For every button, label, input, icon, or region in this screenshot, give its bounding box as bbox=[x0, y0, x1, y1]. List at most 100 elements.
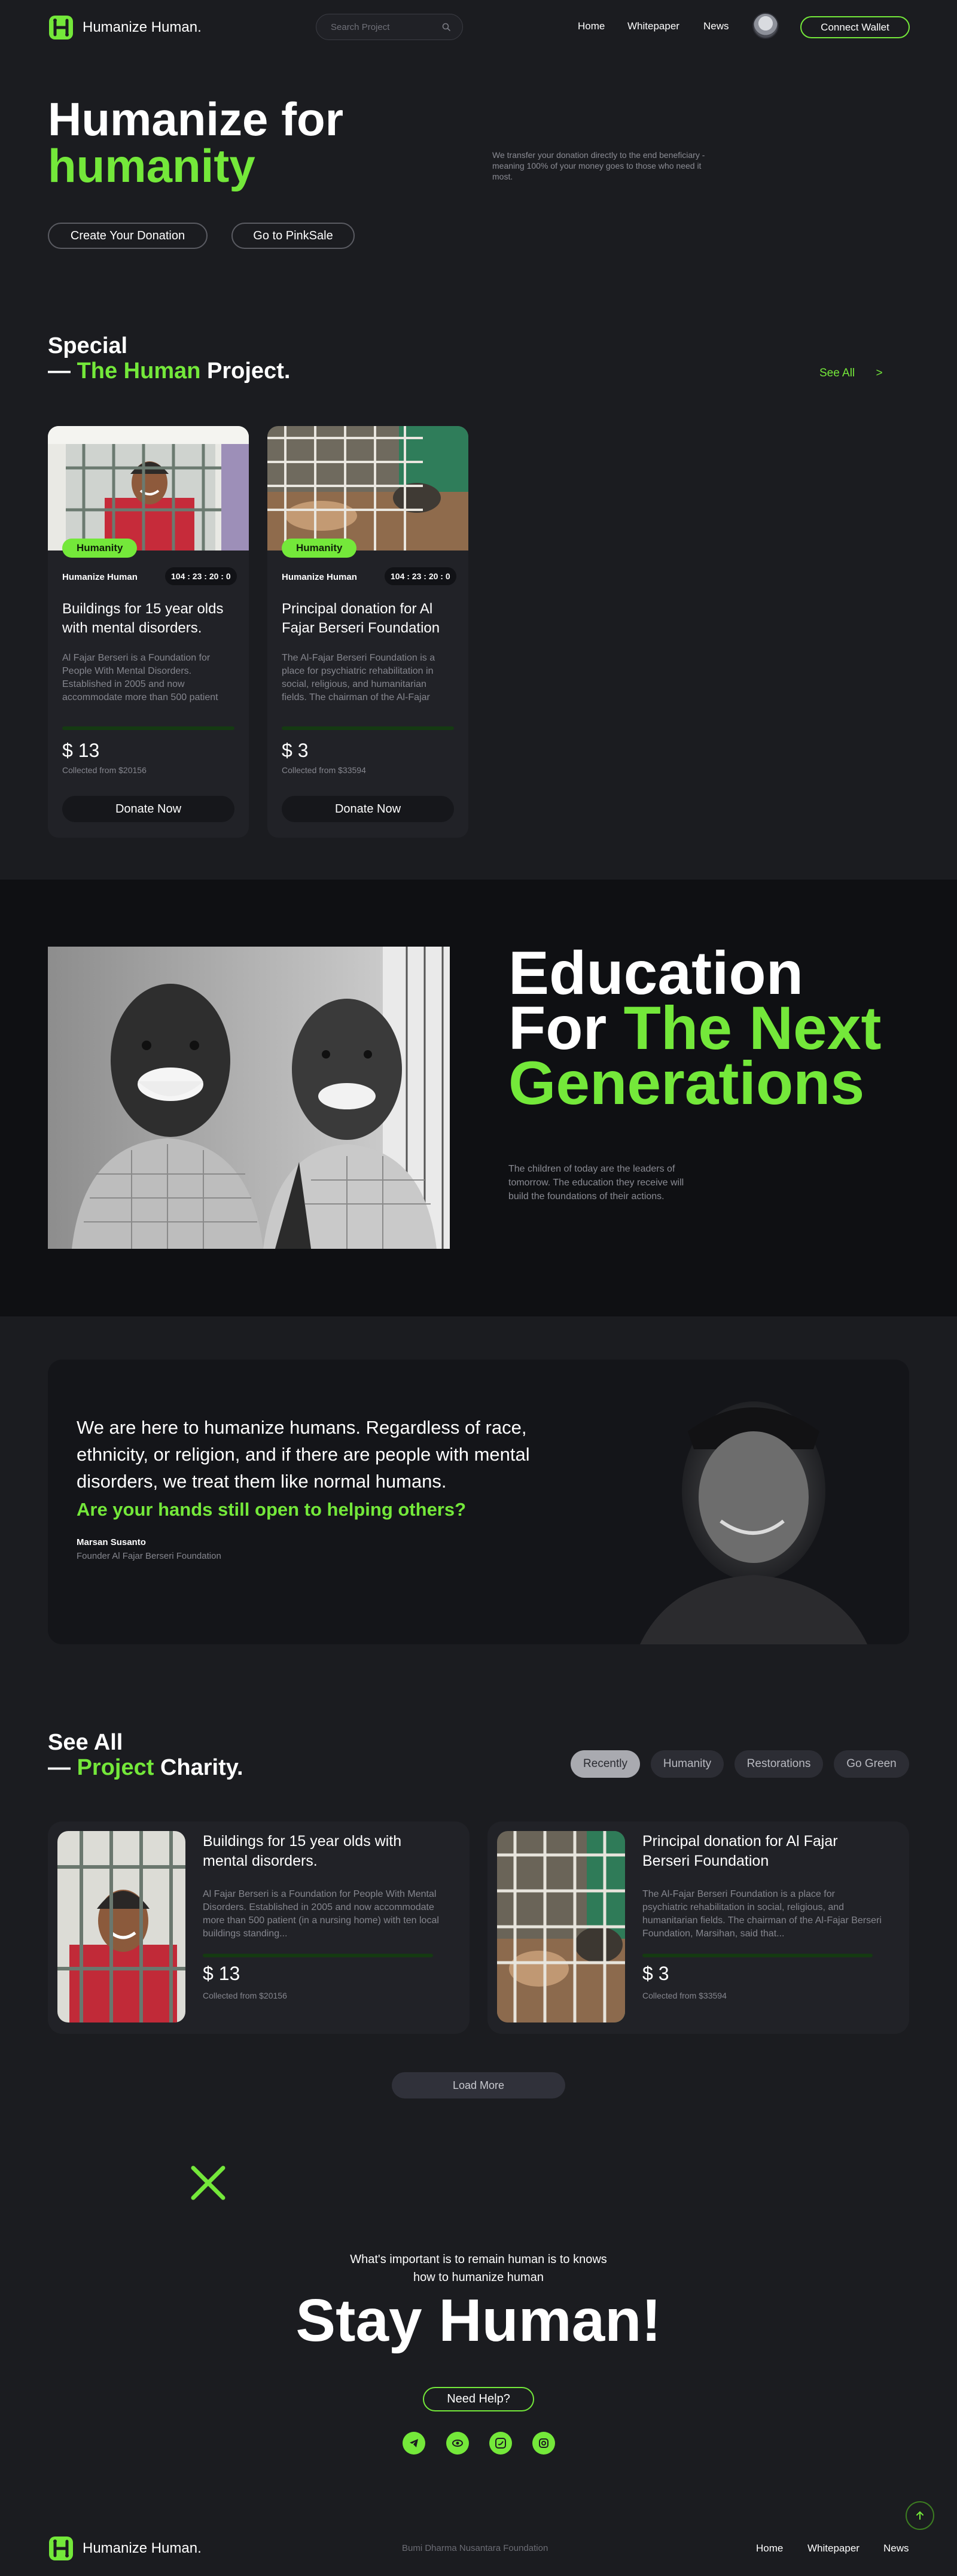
need-help-button[interactable]: Need Help? bbox=[423, 2387, 534, 2411]
charity-title[interactable]: Principal donation for Al Fajar Berseri … bbox=[642, 1832, 882, 1871]
project-title[interactable]: Buildings for 15 year olds with mental d… bbox=[62, 600, 236, 638]
site-header: Humanize Human. Home Whitepaper News Con… bbox=[0, 0, 957, 55]
create-donation-button[interactable]: Create Your Donation bbox=[48, 223, 208, 249]
stay-subtitle-line2: how to humanize human bbox=[413, 2271, 544, 2284]
avatar[interactable] bbox=[752, 13, 779, 39]
donation-amount: $ 3 bbox=[642, 1963, 669, 1984]
hero-description: We transfer your donation directly to th… bbox=[492, 150, 705, 181]
pinksale-button[interactable]: Go to PinkSale bbox=[231, 223, 355, 249]
stay-subtitle-line1: What's important is to remain human is t… bbox=[350, 2253, 607, 2266]
footer-nav-home[interactable]: Home bbox=[756, 2542, 783, 2554]
education-line3: Generations bbox=[508, 1049, 865, 1117]
founder-role: Founder Al Fajar Berseri Foundation bbox=[77, 1551, 221, 1561]
donation-amount: $ 13 bbox=[203, 1963, 240, 1984]
search-input[interactable] bbox=[331, 14, 438, 39]
education-line2: For The Next bbox=[508, 997, 881, 1059]
special-title-line2: — The Human Project. bbox=[48, 358, 290, 384]
project-title[interactable]: Principal donation for Al Fajar Berseri … bbox=[282, 600, 455, 638]
footer-nav-news[interactable]: News bbox=[883, 2542, 909, 2554]
title-green: Project bbox=[77, 1755, 154, 1780]
telegram-icon[interactable] bbox=[403, 2432, 425, 2455]
progress-bar bbox=[203, 1954, 433, 1957]
title-end: Project. bbox=[207, 358, 291, 384]
stay-subtitle: What's important is to remain human is t… bbox=[299, 2250, 658, 2286]
collected-target: Collected from $20156 bbox=[62, 765, 147, 775]
organizer-name: Humanize Human bbox=[62, 572, 138, 582]
project-image bbox=[48, 426, 249, 551]
twitter-icon[interactable] bbox=[489, 2432, 512, 2455]
project-card[interactable]: Humanity Humanize Human 104 : 23 : 20 : … bbox=[48, 426, 249, 838]
countdown-timer: 104 : 23 : 20 : 0 bbox=[385, 567, 456, 585]
search-icon[interactable] bbox=[442, 23, 450, 31]
category-tag: Humanity bbox=[62, 539, 138, 558]
nav-whitepaper[interactable]: Whitepaper bbox=[627, 20, 679, 32]
collected-target: Collected from $20156 bbox=[203, 1991, 287, 2000]
brand-name: Humanize Human. bbox=[83, 19, 202, 35]
progress-bar bbox=[282, 726, 454, 730]
education-description: The children of today are the leaders of… bbox=[508, 1164, 684, 1202]
category-tag: Humanity bbox=[282, 539, 357, 558]
organizer-name: Humanize Human bbox=[282, 572, 357, 582]
charity-image bbox=[57, 1831, 185, 2023]
eye-icon[interactable] bbox=[446, 2432, 469, 2455]
connect-wallet-button[interactable]: Connect Wallet bbox=[800, 16, 910, 38]
charity-title-line2: — Project Charity. bbox=[48, 1755, 243, 1780]
progress-bar bbox=[62, 726, 234, 730]
donation-amount: $ 13 bbox=[62, 740, 100, 761]
title-end: Charity. bbox=[160, 1755, 243, 1780]
scroll-to-top-button[interactable] bbox=[906, 2501, 934, 2530]
instagram-icon[interactable] bbox=[532, 2432, 555, 2455]
charity-card[interactable]: Principal donation for Al Fajar Berseri … bbox=[487, 1821, 909, 2034]
footer-logo[interactable]: Humanize Human. bbox=[48, 2535, 202, 2562]
brand-logo[interactable]: Humanize Human. bbox=[48, 14, 202, 41]
collected-target: Collected from $33594 bbox=[282, 765, 366, 775]
project-card[interactable]: Humanity Humanize Human 104 : 23 : 20 : … bbox=[267, 426, 468, 838]
donation-amount: $ 3 bbox=[282, 740, 309, 761]
founder-photo bbox=[640, 1401, 867, 1644]
charity-title[interactable]: Buildings for 15 year olds with mental d… bbox=[203, 1832, 442, 1871]
hero-title-line2: humanity bbox=[48, 139, 255, 192]
charity-title: See All — Project Charity. bbox=[48, 1730, 243, 1780]
countdown-timer: 104 : 23 : 20 : 0 bbox=[165, 567, 237, 585]
nav-home[interactable]: Home bbox=[578, 20, 605, 32]
title-dash: — bbox=[48, 358, 71, 384]
logo-icon bbox=[49, 16, 73, 39]
donate-now-button[interactable]: Donate Now bbox=[282, 796, 454, 822]
title-green: The Human bbox=[77, 358, 201, 384]
nav-news[interactable]: News bbox=[703, 20, 729, 32]
title-dash: — bbox=[48, 1755, 71, 1780]
special-title-line1: Special bbox=[48, 333, 128, 358]
chevron-right-icon: > bbox=[876, 367, 883, 379]
collected-target: Collected from $33594 bbox=[642, 1991, 727, 2000]
quote-question: Are your hands still open to helping oth… bbox=[77, 1499, 467, 1520]
donate-now-button[interactable]: Donate Now bbox=[62, 796, 234, 822]
education-line1: Education bbox=[508, 939, 804, 1007]
tab-restorations[interactable]: Restorations bbox=[734, 1750, 823, 1778]
quote-text: We are here to humanize humans. Regardle… bbox=[77, 1417, 530, 1492]
hero-title-line1: Humanize for bbox=[48, 93, 344, 145]
progress-bar bbox=[642, 1954, 873, 1957]
footer-brand-name: Humanize Human. bbox=[83, 2540, 202, 2556]
project-image bbox=[267, 426, 468, 551]
hero-title: Humanize for humanity bbox=[48, 96, 343, 189]
project-description: Al Fajar Berseri is a Foundation for Peo… bbox=[62, 653, 218, 702]
charity-description: The Al-Fajar Berseri Foundation is a pla… bbox=[642, 1889, 882, 1939]
tab-go-green[interactable]: Go Green bbox=[834, 1750, 909, 1778]
footer-copyright: Bumi Dharma Nusantara Foundation bbox=[402, 2543, 548, 2553]
close-icon bbox=[191, 2166, 225, 2200]
education-title: Education For The Next Generations bbox=[508, 939, 881, 1117]
see-all-link[interactable]: See All > bbox=[819, 367, 883, 380]
tab-humanity[interactable]: Humanity bbox=[651, 1750, 724, 1778]
arrow-up-icon bbox=[916, 2511, 924, 2520]
footer-nav-whitepaper[interactable]: Whitepaper bbox=[807, 2542, 860, 2554]
founder-name: Marsan Susanto bbox=[77, 1537, 146, 1547]
tab-recently[interactable]: Recently bbox=[571, 1750, 640, 1778]
search-box[interactable] bbox=[316, 14, 463, 40]
charity-card[interactable]: Buildings for 15 year olds with mental d… bbox=[48, 1821, 470, 2034]
see-all-label: See All bbox=[819, 367, 855, 379]
project-description: The Al-Fajar Berseri Foundation is a pla… bbox=[282, 653, 435, 702]
children-photo bbox=[48, 947, 450, 1249]
load-more-button[interactable]: Load More bbox=[392, 2072, 565, 2098]
charity-description: Al Fajar Berseri is a Foundation for Peo… bbox=[203, 1889, 439, 1939]
charity-title-line1: See All bbox=[48, 1730, 123, 1755]
